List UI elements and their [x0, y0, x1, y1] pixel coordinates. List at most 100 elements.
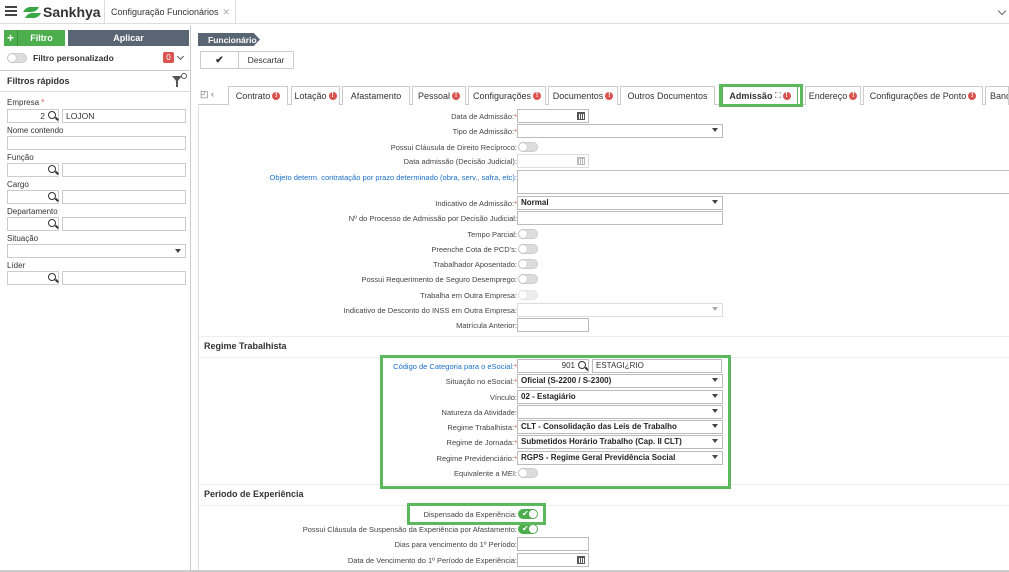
search-icon[interactable] — [48, 111, 56, 119]
data-adm-judicial-input[interactable] — [517, 154, 589, 168]
outra-empresa-toggle[interactable] — [518, 290, 538, 300]
vinculo-select[interactable]: 02 - Estagiário — [517, 390, 723, 404]
regime-jornada-select[interactable]: Submetidos Horário Trabalho (Cap. II CLT… — [517, 435, 723, 449]
seguro-desemprego-toggle[interactable] — [518, 274, 538, 284]
tab-bar: ◰ ‹ Contrato! Lotação! Afastamento Pesso… — [198, 84, 1009, 105]
empresa-name-input[interactable]: LOJON — [62, 109, 186, 123]
departamento-code-input[interactable] — [7, 217, 59, 231]
calendar-icon[interactable] — [577, 112, 585, 120]
close-tab-icon[interactable]: ✕ — [222, 7, 230, 18]
natureza-atividade-select[interactable] — [517, 405, 723, 419]
error-icon: ! — [452, 92, 461, 100]
search-icon[interactable] — [578, 361, 586, 369]
regime-previdenciario-select[interactable]: RGPS - Regime Geral Previdência Social — [517, 451, 723, 465]
error-icon: ! — [849, 92, 858, 100]
objeto-determ-textarea[interactable] — [517, 170, 1009, 194]
tab-endereco[interactable]: Endereço! — [805, 86, 861, 105]
row-codigo-categoria: Código de Categoria para o eSocial:* 901… — [199, 359, 1009, 374]
dropdown-arrow-icon — [712, 455, 718, 459]
calendar-icon[interactable] — [577, 157, 585, 165]
aposentado-toggle[interactable] — [518, 259, 538, 269]
row-processo-admissao: Nº do Processo de Admissão por Decisão J… — [199, 211, 1009, 226]
clausula-reciproco-label: Possui Cláusula de Direito Recíproco: — [390, 143, 517, 152]
nome-contendo-label: Nome contendo — [7, 126, 64, 135]
search-icon[interactable] — [48, 219, 56, 227]
matricula-anterior-input[interactable] — [517, 318, 589, 332]
processo-admissao-input[interactable] — [517, 211, 723, 225]
tab-pessoal[interactable]: Pessoal! — [412, 86, 466, 105]
tempo-parcial-label: Tempo Parcial: — [467, 230, 517, 239]
filter-button[interactable]: + Filtro — [4, 30, 65, 46]
funcao-name-input[interactable] — [62, 163, 186, 177]
filter-button-label: Filtro — [30, 33, 53, 43]
tab-scroll-left-icon[interactable]: ◰ ‹ — [200, 89, 214, 100]
breadcrumb[interactable]: Funcionário — [198, 33, 260, 46]
search-icon[interactable] — [48, 273, 56, 281]
cargo-name-input[interactable] — [62, 190, 186, 204]
empresa-code-input[interactable]: 2 — [7, 109, 59, 123]
row-natureza-atividade: Natureza da Atividade: — [199, 405, 1009, 420]
row-clausula-suspensao: Possui Cláusula de Suspensão da Experiên… — [199, 522, 1009, 537]
equivalente-mei-label: Equivalente a MEI: — [454, 469, 517, 478]
funcao-code-input[interactable] — [7, 163, 59, 177]
row-outra-empresa: Trabalha em Outra Empresa: — [199, 288, 1009, 303]
dropdown-arrow-icon — [175, 249, 181, 253]
clausula-suspensao-toggle[interactable]: ✔ — [518, 524, 538, 534]
regime-trabalhista-value: CLT - Consolidação das Leis de Trabalho — [521, 422, 677, 431]
lider-code-input[interactable] — [7, 271, 59, 285]
app-tab-configuracao[interactable]: Configuração Funcionários ✕ — [104, 0, 236, 24]
admissao-form: Data de Admissão:* Tipo de Admissão:* Po… — [198, 106, 1009, 572]
regime-trabalhista-select[interactable]: CLT - Consolidação das Leis de Trabalho — [517, 420, 723, 434]
row-matricula-anterior: Matrícula Anterior: — [199, 318, 1009, 333]
situacao-esocial-select[interactable]: Oficial (S-2200 / S-2300) — [517, 374, 723, 388]
cota-pcd-toggle[interactable] — [518, 244, 538, 254]
departamento-label: Departamento — [7, 207, 58, 216]
tab-contrato[interactable]: Contrato! — [228, 86, 288, 105]
calendar-icon[interactable] — [577, 556, 585, 564]
row-clausula-reciproco: Possui Cláusula de Direito Recíproco: — [199, 140, 1009, 155]
data-vencimento-input[interactable] — [517, 553, 589, 567]
tab-afastamento[interactable]: Afastamento — [342, 86, 410, 105]
quick-filters-title: Filtros rápidos — [7, 76, 70, 86]
tab-documentos[interactable]: Documentos! — [548, 86, 618, 105]
tab-outros-documentos[interactable]: Outros Documentos — [620, 86, 715, 105]
custom-filter-toggle[interactable] — [7, 53, 27, 63]
empresa-code-value: 2 — [40, 111, 45, 121]
codigo-categoria-code: 901 — [561, 361, 575, 370]
funnel-settings-icon[interactable] — [172, 73, 187, 88]
dispensado-experiencia-toggle[interactable]: ✔ — [518, 509, 538, 519]
data-admissao-input[interactable] — [517, 109, 589, 123]
tab-configuracoes[interactable]: Configurações! — [468, 86, 546, 105]
tab-configuracoes-ponto[interactable]: Configurações de Ponto! — [863, 86, 983, 105]
desconto-inss-select[interactable] — [517, 303, 723, 317]
confirm-button[interactable]: ✔ — [201, 52, 239, 68]
codigo-categoria-name-input[interactable]: ESTAGI¿RIO — [592, 359, 722, 373]
clausula-reciproco-toggle[interactable] — [518, 142, 538, 152]
hamburger-menu-icon[interactable] — [5, 6, 17, 16]
dias-vencimento-input[interactable] — [517, 537, 589, 551]
codigo-categoria-code-input[interactable]: 901 — [517, 359, 589, 373]
tab-admissao[interactable]: Admissão ⛶! — [722, 86, 798, 105]
search-icon[interactable] — [48, 165, 56, 173]
tipo-admissao-select[interactable] — [517, 124, 723, 138]
cargo-code-input[interactable] — [7, 190, 59, 204]
discard-button[interactable]: Descartar — [239, 52, 293, 68]
departamento-name-input[interactable] — [62, 217, 186, 231]
search-icon[interactable] — [48, 192, 56, 200]
error-icon: ! — [272, 92, 281, 100]
expand-icon[interactable]: ⛶ — [775, 91, 781, 101]
situacao-select[interactable] — [7, 244, 186, 258]
nome-contendo-input[interactable] — [7, 136, 186, 150]
tab-lotacao[interactable]: Lotação! — [291, 86, 340, 105]
tab-banco[interactable]: Banc — [985, 86, 1009, 105]
row-objeto-determ: Objeto determ. contratação por prazo det… — [199, 170, 1009, 196]
indicativo-admissao-select[interactable]: Normal — [517, 196, 723, 210]
chevron-down-icon[interactable] — [997, 6, 1007, 16]
lider-name-input[interactable] — [62, 271, 186, 285]
logo: Sankhya — [24, 4, 101, 20]
apply-button[interactable]: Aplicar — [68, 30, 189, 46]
tempo-parcial-toggle[interactable] — [518, 229, 538, 239]
quick-filters-header: Filtros rápidos — [0, 70, 190, 92]
seguro-desemprego-label: Possui Requerimento de Seguro Desemprego… — [361, 275, 517, 284]
equivalente-mei-toggle[interactable] — [518, 468, 538, 478]
